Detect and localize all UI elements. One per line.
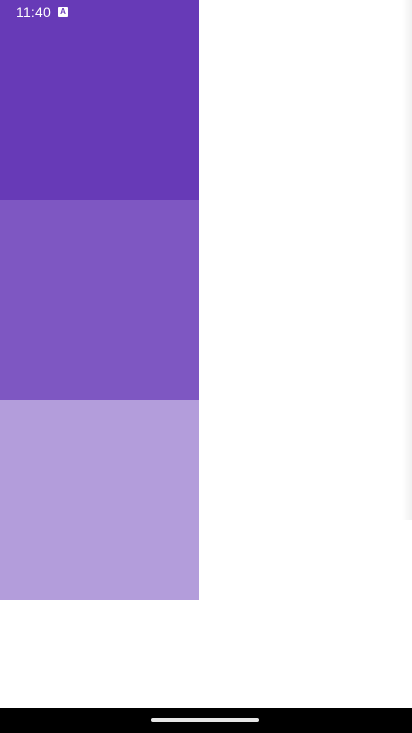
text-a-icon: A	[58, 7, 68, 17]
navigation-bar	[0, 708, 412, 733]
color-block-1	[0, 0, 199, 200]
color-block-3	[0, 400, 199, 600]
side-panel	[199, 0, 412, 708]
text-a-glyph: A	[60, 7, 66, 16]
app-screen: 11:40 A	[0, 0, 412, 733]
home-gesture-handle[interactable]	[151, 718, 259, 722]
status-time: 11:40	[16, 4, 51, 20]
status-bar: 11:40 A	[0, 0, 412, 26]
color-block-2	[0, 200, 199, 400]
edge-shadow	[402, 0, 412, 520]
